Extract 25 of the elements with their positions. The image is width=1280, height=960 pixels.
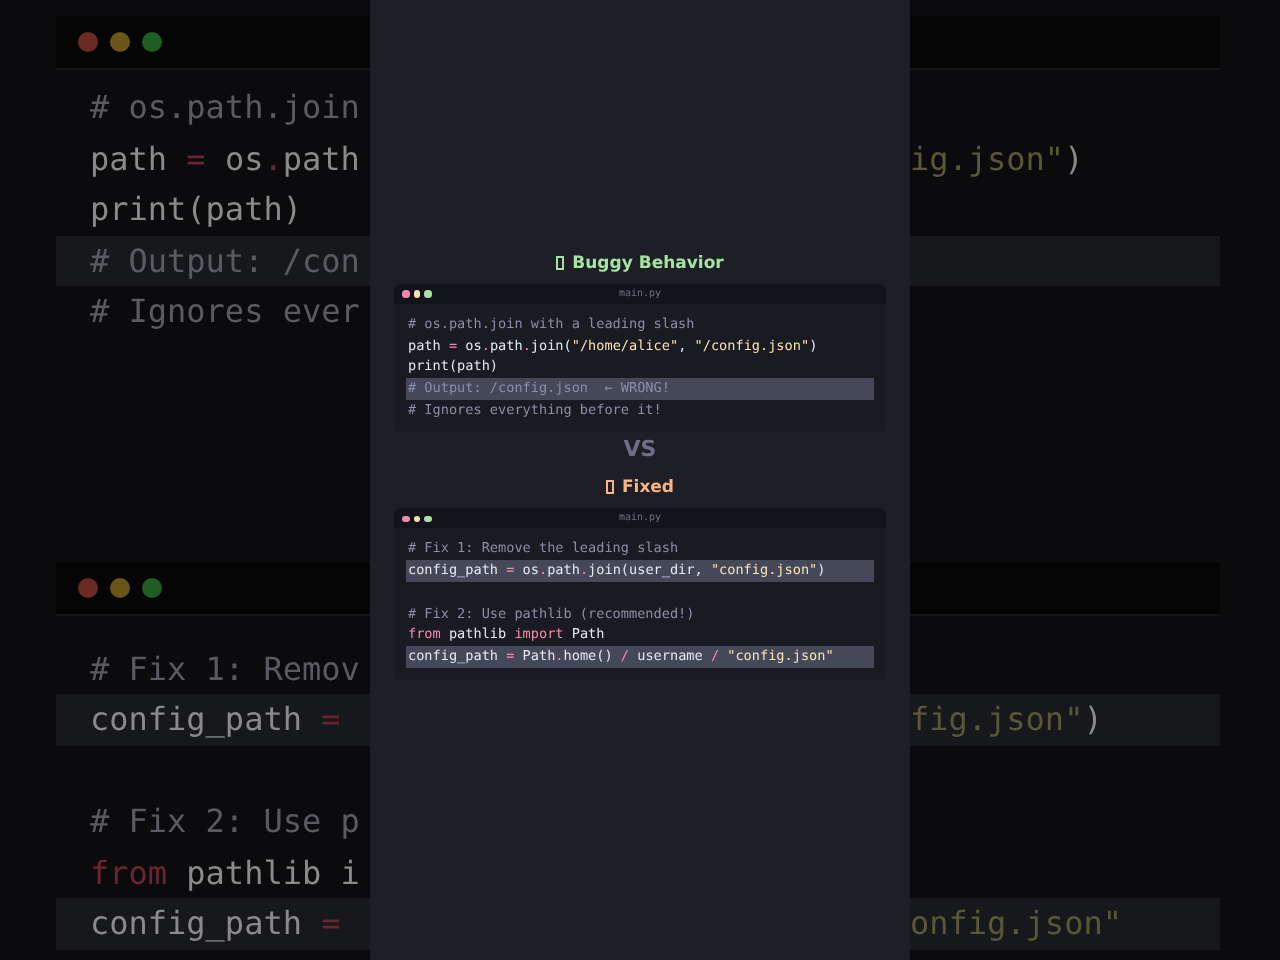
minimize-dot-icon xyxy=(110,577,130,597)
code-line: # Ignores ever xyxy=(88,290,362,334)
section-title: Fixed xyxy=(621,477,675,498)
code-line: # Fix 2: Use p xyxy=(88,800,362,844)
maximize-dot-icon xyxy=(142,32,162,52)
minimize-dot-icon xyxy=(413,290,420,298)
versus-label: VS xyxy=(623,436,657,467)
minimize-dot-icon xyxy=(413,515,420,523)
close-dot-icon xyxy=(78,577,98,597)
code-line: # Fix 1: Remov xyxy=(88,647,362,691)
section-title: Buggy Behavior xyxy=(572,253,724,273)
close-dot-icon xyxy=(78,32,98,52)
code-line: ig.json") xyxy=(910,137,1086,181)
minimize-dot-icon xyxy=(110,32,130,52)
missing-glyph-icon xyxy=(556,256,565,270)
code-line: # os.path.join xyxy=(88,86,362,130)
maximize-dot-icon xyxy=(424,290,431,298)
code-line: from pathlib i xyxy=(88,851,362,895)
code-line: path = os.path xyxy=(88,137,362,181)
close-dot-icon xyxy=(402,515,409,523)
maximize-dot-icon xyxy=(142,577,162,597)
code-line: print(path) xyxy=(88,188,304,232)
maximize-dot-icon xyxy=(424,515,431,523)
close-dot-icon xyxy=(402,290,409,298)
missing-glyph-icon xyxy=(605,480,614,495)
